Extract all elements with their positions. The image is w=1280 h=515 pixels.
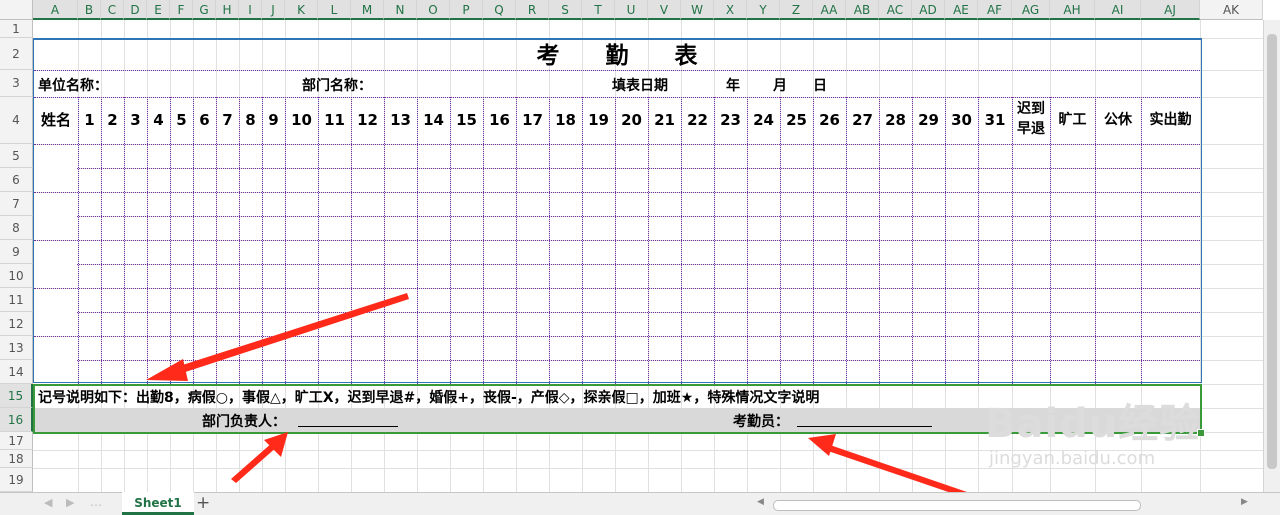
tab-nav-left-icon[interactable]: ◀: [44, 496, 52, 509]
tab-sheet1-label: Sheet1: [134, 496, 182, 510]
sheet-tab-bar: ◀ ▶ … Sheet1 + ◀ ▶: [0, 492, 1280, 515]
horizontal-scroll-thumb[interactable]: [773, 500, 1141, 511]
spreadsheet-grid[interactable]: A B C D E F G H I J K L M N O P Q R S T U V W X Y Z AA AB AC AD AE AF AG…: [0, 0, 1280, 492]
vertical-scroll-thumb[interactable]: [1267, 34, 1277, 469]
arrow-to-dept-head: [231, 432, 288, 483]
tab-nav-more-icon[interactable]: …: [90, 495, 102, 509]
tab-sheet1[interactable]: Sheet1: [122, 492, 194, 515]
vertical-scrollbar[interactable]: [1263, 20, 1280, 492]
scroll-right-icon[interactable]: ▶: [1241, 497, 1248, 507]
horizontal-scrollbar[interactable]: ◀ ▶: [755, 496, 1255, 512]
add-sheet-button[interactable]: +: [196, 493, 210, 513]
arrow-to-clerk: [808, 434, 967, 492]
tab-nav-right-icon[interactable]: ▶: [66, 496, 74, 509]
arrow-to-legend: [146, 293, 409, 381]
scroll-left-icon[interactable]: ◀: [757, 497, 764, 507]
annotation-arrows: [146, 293, 967, 492]
